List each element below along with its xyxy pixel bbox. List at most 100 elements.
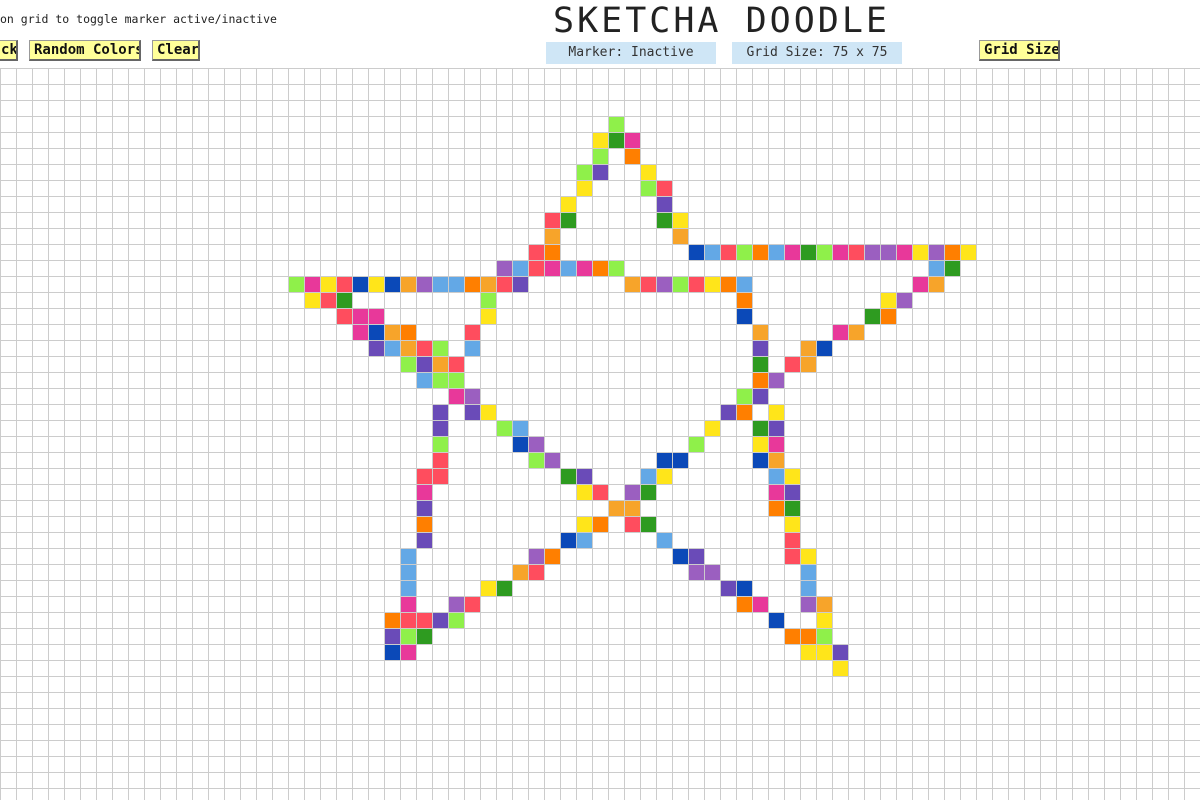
painted-cell[interactable] [832,244,848,260]
painted-cell[interactable] [704,244,720,260]
painted-cell[interactable] [624,132,640,148]
painted-cell[interactable] [768,468,784,484]
painted-cell[interactable] [864,308,880,324]
painted-cell[interactable] [656,180,672,196]
painted-cell[interactable] [736,292,752,308]
painted-cell[interactable] [720,276,736,292]
painted-cell[interactable] [736,276,752,292]
painted-cell[interactable] [432,452,448,468]
painted-cell[interactable] [608,500,624,516]
painted-cell[interactable] [384,340,400,356]
painted-cell[interactable] [704,420,720,436]
painted-cell[interactable] [464,388,480,404]
painted-cell[interactable] [528,260,544,276]
painted-cell[interactable] [640,516,656,532]
painted-cell[interactable] [624,148,640,164]
painted-cell[interactable] [416,628,432,644]
painted-cell[interactable] [752,452,768,468]
painted-cell[interactable] [368,276,384,292]
painted-cell[interactable] [464,276,480,292]
painted-cell[interactable] [560,468,576,484]
painted-cell[interactable] [672,452,688,468]
painted-cell[interactable] [816,244,832,260]
painted-cell[interactable] [784,356,800,372]
painted-cell[interactable] [432,372,448,388]
painted-cell[interactable] [784,244,800,260]
painted-cell[interactable] [352,308,368,324]
painted-cell[interactable] [352,276,368,292]
painted-cell[interactable] [736,580,752,596]
painted-cell[interactable] [688,548,704,564]
painted-cell[interactable] [768,404,784,420]
painted-cell[interactable] [368,340,384,356]
painted-cell[interactable] [816,628,832,644]
painted-cell[interactable] [480,292,496,308]
painted-cell[interactable] [624,516,640,532]
painted-cell[interactable] [576,532,592,548]
painted-cell[interactable] [528,548,544,564]
painted-cell[interactable] [432,404,448,420]
painted-cell[interactable] [496,580,512,596]
painted-cell[interactable] [608,260,624,276]
painted-cell[interactable] [512,564,528,580]
painted-cell[interactable] [752,596,768,612]
painted-cell[interactable] [336,292,352,308]
painted-cell[interactable] [384,644,400,660]
painted-cell[interactable] [656,532,672,548]
drawing-grid[interactable] [0,68,1200,800]
painted-cell[interactable] [400,564,416,580]
painted-cell[interactable] [928,276,944,292]
painted-cell[interactable] [384,628,400,644]
painted-cell[interactable] [576,484,592,500]
painted-cell[interactable] [768,452,784,468]
painted-cell[interactable] [592,516,608,532]
painted-cell[interactable] [640,180,656,196]
painted-cell[interactable] [768,420,784,436]
painted-cell[interactable] [960,244,976,260]
painted-cell[interactable] [768,244,784,260]
painted-cell[interactable] [624,500,640,516]
painted-cell[interactable] [368,324,384,340]
painted-cell[interactable] [400,548,416,564]
painted-cell[interactable] [320,276,336,292]
painted-cell[interactable] [672,548,688,564]
painted-cell[interactable] [416,484,432,500]
painted-cell[interactable] [400,628,416,644]
painted-cell[interactable] [640,484,656,500]
painted-cell[interactable] [752,388,768,404]
painted-cell[interactable] [512,276,528,292]
painted-cell[interactable] [560,212,576,228]
painted-cell[interactable] [704,276,720,292]
painted-cell[interactable] [800,644,816,660]
painted-cell[interactable] [832,660,848,676]
painted-cell[interactable] [704,564,720,580]
painted-cell[interactable] [720,404,736,420]
painted-cell[interactable] [816,612,832,628]
painted-cell[interactable] [752,340,768,356]
painted-cell[interactable] [736,596,752,612]
painted-cell[interactable] [384,612,400,628]
painted-cell[interactable] [432,276,448,292]
painted-cell[interactable] [752,436,768,452]
painted-cell[interactable] [448,276,464,292]
painted-cell[interactable] [768,484,784,500]
painted-cell[interactable] [816,644,832,660]
painted-cell[interactable] [880,308,896,324]
painted-cell[interactable] [848,244,864,260]
painted-cell[interactable] [416,372,432,388]
painted-cell[interactable] [480,308,496,324]
painted-cell[interactable] [576,164,592,180]
painted-cell[interactable] [400,596,416,612]
painted-cell[interactable] [528,452,544,468]
painted-cell[interactable] [336,276,352,292]
painted-cell[interactable] [656,452,672,468]
painted-cell[interactable] [752,324,768,340]
painted-cell[interactable] [880,244,896,260]
painted-cell[interactable] [736,244,752,260]
painted-cell[interactable] [496,420,512,436]
painted-cell[interactable] [416,516,432,532]
painted-cell[interactable] [784,484,800,500]
painted-cell[interactable] [416,532,432,548]
painted-cell[interactable] [432,436,448,452]
painted-cell[interactable] [448,388,464,404]
